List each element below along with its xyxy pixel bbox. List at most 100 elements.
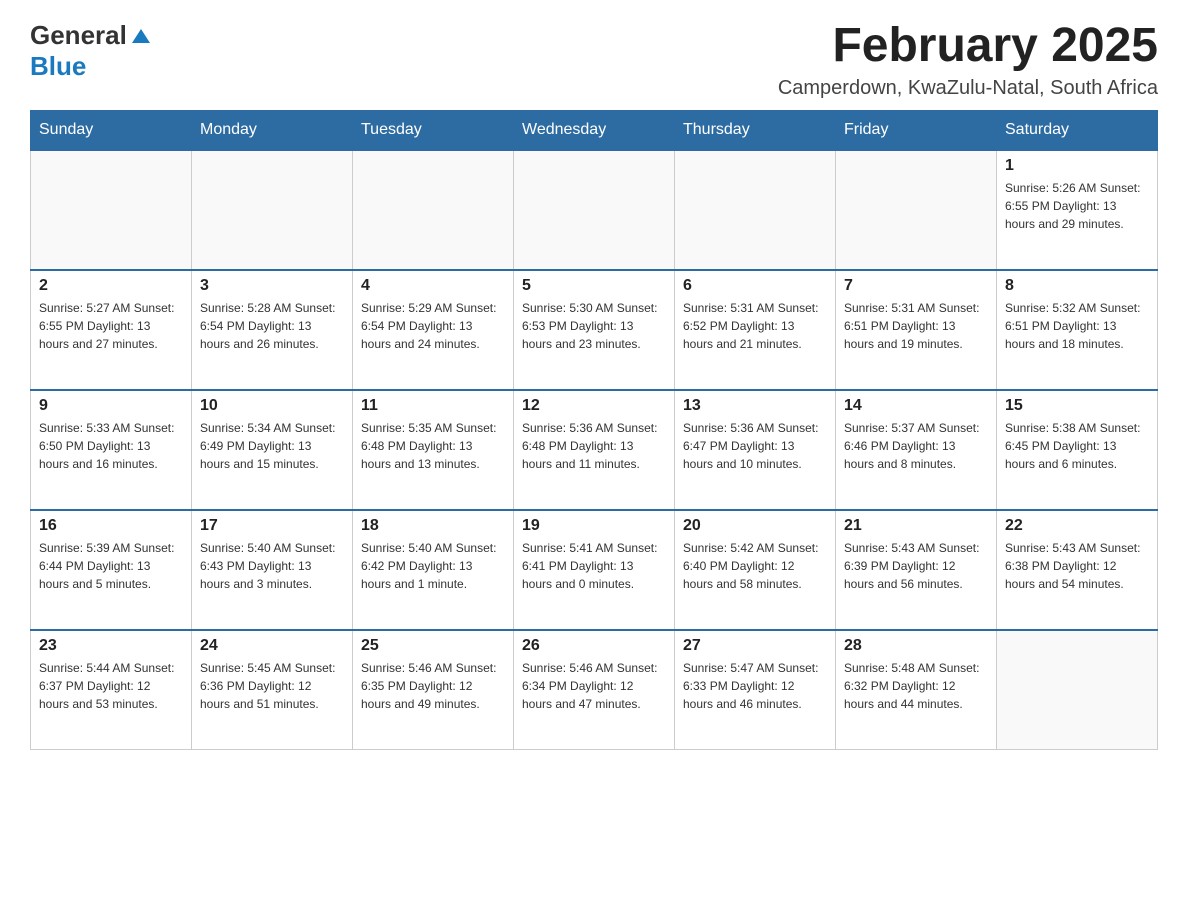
day-number: 22 <box>1005 517 1149 535</box>
logo-blue: Blue <box>30 51 86 81</box>
day-info: Sunrise: 5:38 AM Sunset: 6:45 PM Dayligh… <box>1005 419 1149 473</box>
day-info: Sunrise: 5:46 AM Sunset: 6:35 PM Dayligh… <box>361 659 505 713</box>
table-row <box>31 150 192 270</box>
day-number: 25 <box>361 637 505 655</box>
day-number: 4 <box>361 277 505 295</box>
logo-triangle-icon <box>130 27 152 45</box>
table-row: 2 Sunrise: 5:27 AM Sunset: 6:55 PM Daylig… <box>31 270 192 390</box>
day-info: Sunrise: 5:30 AM Sunset: 6:53 PM Dayligh… <box>522 299 666 353</box>
table-row: 1Sunrise: 5:26 AM Sunset: 6:55 PM Daylig… <box>997 150 1158 270</box>
table-row: 15 Sunrise: 5:38 AM Sunset: 6:45 PM Dayli… <box>997 390 1158 510</box>
day-info: Sunrise: 5:35 AM Sunset: 6:48 PM Dayligh… <box>361 419 505 473</box>
day-number: 15 <box>1005 397 1149 415</box>
col-monday: Monday <box>192 110 353 150</box>
col-sunday: Sunday <box>31 110 192 150</box>
table-row: 10 Sunrise: 5:34 AM Sunset: 6:49 PM Dayli… <box>192 390 353 510</box>
col-thursday: Thursday <box>675 110 836 150</box>
day-info: Sunrise: 5:39 AM Sunset: 6:44 PM Dayligh… <box>39 539 183 593</box>
day-number: 27 <box>683 637 827 655</box>
col-saturday: Saturday <box>997 110 1158 150</box>
table-row: 20 Sunrise: 5:42 AM Sunset: 6:40 PM Dayli… <box>675 510 836 630</box>
day-info: Sunrise: 5:32 AM Sunset: 6:51 PM Dayligh… <box>1005 299 1149 353</box>
day-number: 19 <box>522 517 666 535</box>
day-number: 18 <box>361 517 505 535</box>
title-block: February 2025 Camperdown, KwaZulu-Natal,… <box>778 20 1158 100</box>
day-info: Sunrise: 5:43 AM Sunset: 6:39 PM Dayligh… <box>844 539 988 593</box>
day-info: Sunrise: 5:40 AM Sunset: 6:42 PM Dayligh… <box>361 539 505 593</box>
table-row <box>997 630 1158 750</box>
day-number: 21 <box>844 517 988 535</box>
day-info: Sunrise: 5:44 AM Sunset: 6:37 PM Dayligh… <box>39 659 183 713</box>
table-row: 3 Sunrise: 5:28 AM Sunset: 6:54 PM Daylig… <box>192 270 353 390</box>
day-info: Sunrise: 5:29 AM Sunset: 6:54 PM Dayligh… <box>361 299 505 353</box>
day-info: Sunrise: 5:42 AM Sunset: 6:40 PM Dayligh… <box>683 539 827 593</box>
table-row: 17 Sunrise: 5:40 AM Sunset: 6:43 PM Dayli… <box>192 510 353 630</box>
day-number: 1 <box>1005 157 1149 175</box>
table-row: 6Sunrise: 5:31 AM Sunset: 6:52 PM Daylig… <box>675 270 836 390</box>
day-info: Sunrise: 5:41 AM Sunset: 6:41 PM Dayligh… <box>522 539 666 593</box>
day-number: 26 <box>522 637 666 655</box>
logo: General Blue <box>30 20 152 82</box>
table-row: 7Sunrise: 5:31 AM Sunset: 6:51 PM Daylig… <box>836 270 997 390</box>
day-info: Sunrise: 5:36 AM Sunset: 6:47 PM Dayligh… <box>683 419 827 473</box>
day-info: Sunrise: 5:34 AM Sunset: 6:49 PM Dayligh… <box>200 419 344 473</box>
table-row <box>353 150 514 270</box>
day-number: 3 <box>200 277 344 295</box>
table-row: 4 Sunrise: 5:29 AM Sunset: 6:54 PM Daylig… <box>353 270 514 390</box>
day-info: Sunrise: 5:40 AM Sunset: 6:43 PM Dayligh… <box>200 539 344 593</box>
table-row: 11 Sunrise: 5:35 AM Sunset: 6:48 PM Dayli… <box>353 390 514 510</box>
location-subtitle: Camperdown, KwaZulu-Natal, South Africa <box>778 77 1158 100</box>
table-row <box>514 150 675 270</box>
day-number: 24 <box>200 637 344 655</box>
table-row <box>836 150 997 270</box>
table-row <box>192 150 353 270</box>
day-number: 11 <box>361 397 505 415</box>
day-number: 20 <box>683 517 827 535</box>
day-info: Sunrise: 5:33 AM Sunset: 6:50 PM Dayligh… <box>39 419 183 473</box>
table-row: 12 Sunrise: 5:36 AM Sunset: 6:48 PM Dayli… <box>514 390 675 510</box>
table-row: 24 Sunrise: 5:45 AM Sunset: 6:36 PM Dayli… <box>192 630 353 750</box>
day-info: Sunrise: 5:36 AM Sunset: 6:48 PM Dayligh… <box>522 419 666 473</box>
day-number: 17 <box>200 517 344 535</box>
day-info: Sunrise: 5:45 AM Sunset: 6:36 PM Dayligh… <box>200 659 344 713</box>
table-row: 13 Sunrise: 5:36 AM Sunset: 6:47 PM Dayli… <box>675 390 836 510</box>
day-info: Sunrise: 5:31 AM Sunset: 6:52 PM Dayligh… <box>683 299 827 353</box>
day-number: 16 <box>39 517 183 535</box>
day-number: 5 <box>522 277 666 295</box>
day-number: 14 <box>844 397 988 415</box>
calendar-week-row: 23Sunrise: 5:44 AM Sunset: 6:37 PM Dayli… <box>31 630 1158 750</box>
day-number: 28 <box>844 637 988 655</box>
day-info: Sunrise: 5:37 AM Sunset: 6:46 PM Dayligh… <box>844 419 988 473</box>
table-row: 8 Sunrise: 5:32 AM Sunset: 6:51 PM Daylig… <box>997 270 1158 390</box>
table-row: 21 Sunrise: 5:43 AM Sunset: 6:39 PM Dayli… <box>836 510 997 630</box>
table-row: 18 Sunrise: 5:40 AM Sunset: 6:42 PM Dayli… <box>353 510 514 630</box>
day-info: Sunrise: 5:47 AM Sunset: 6:33 PM Dayligh… <box>683 659 827 713</box>
day-number: 8 <box>1005 277 1149 295</box>
table-row <box>675 150 836 270</box>
day-number: 12 <box>522 397 666 415</box>
day-number: 2 <box>39 277 183 295</box>
col-friday: Friday <box>836 110 997 150</box>
day-number: 9 <box>39 397 183 415</box>
table-row: 26 Sunrise: 5:46 AM Sunset: 6:34 PM Dayli… <box>514 630 675 750</box>
day-info: Sunrise: 5:28 AM Sunset: 6:54 PM Dayligh… <box>200 299 344 353</box>
calendar-week-row: 1Sunrise: 5:26 AM Sunset: 6:55 PM Daylig… <box>31 150 1158 270</box>
day-number: 10 <box>200 397 344 415</box>
table-row: 14 Sunrise: 5:37 AM Sunset: 6:46 PM Dayli… <box>836 390 997 510</box>
calendar-week-row: 2 Sunrise: 5:27 AM Sunset: 6:55 PM Daylig… <box>31 270 1158 390</box>
calendar-table: Sunday Monday Tuesday Wednesday Thursday… <box>30 110 1158 751</box>
logo-general: General <box>30 20 127 51</box>
day-info: Sunrise: 5:46 AM Sunset: 6:34 PM Dayligh… <box>522 659 666 713</box>
table-row: 27 Sunrise: 5:47 AM Sunset: 6:33 PM Dayli… <box>675 630 836 750</box>
table-row: 5 Sunrise: 5:30 AM Sunset: 6:53 PM Daylig… <box>514 270 675 390</box>
day-info: Sunrise: 5:43 AM Sunset: 6:38 PM Dayligh… <box>1005 539 1149 593</box>
day-info: Sunrise: 5:27 AM Sunset: 6:55 PM Dayligh… <box>39 299 183 353</box>
col-wednesday: Wednesday <box>514 110 675 150</box>
calendar-week-row: 16 Sunrise: 5:39 AM Sunset: 6:44 PM Dayli… <box>31 510 1158 630</box>
day-number: 13 <box>683 397 827 415</box>
col-tuesday: Tuesday <box>353 110 514 150</box>
table-row: 22 Sunrise: 5:43 AM Sunset: 6:38 PM Dayli… <box>997 510 1158 630</box>
table-row: 28Sunrise: 5:48 AM Sunset: 6:32 PM Dayli… <box>836 630 997 750</box>
page-header: General Blue February 2025 Camperdown, K… <box>30 20 1158 100</box>
day-info: Sunrise: 5:31 AM Sunset: 6:51 PM Dayligh… <box>844 299 988 353</box>
